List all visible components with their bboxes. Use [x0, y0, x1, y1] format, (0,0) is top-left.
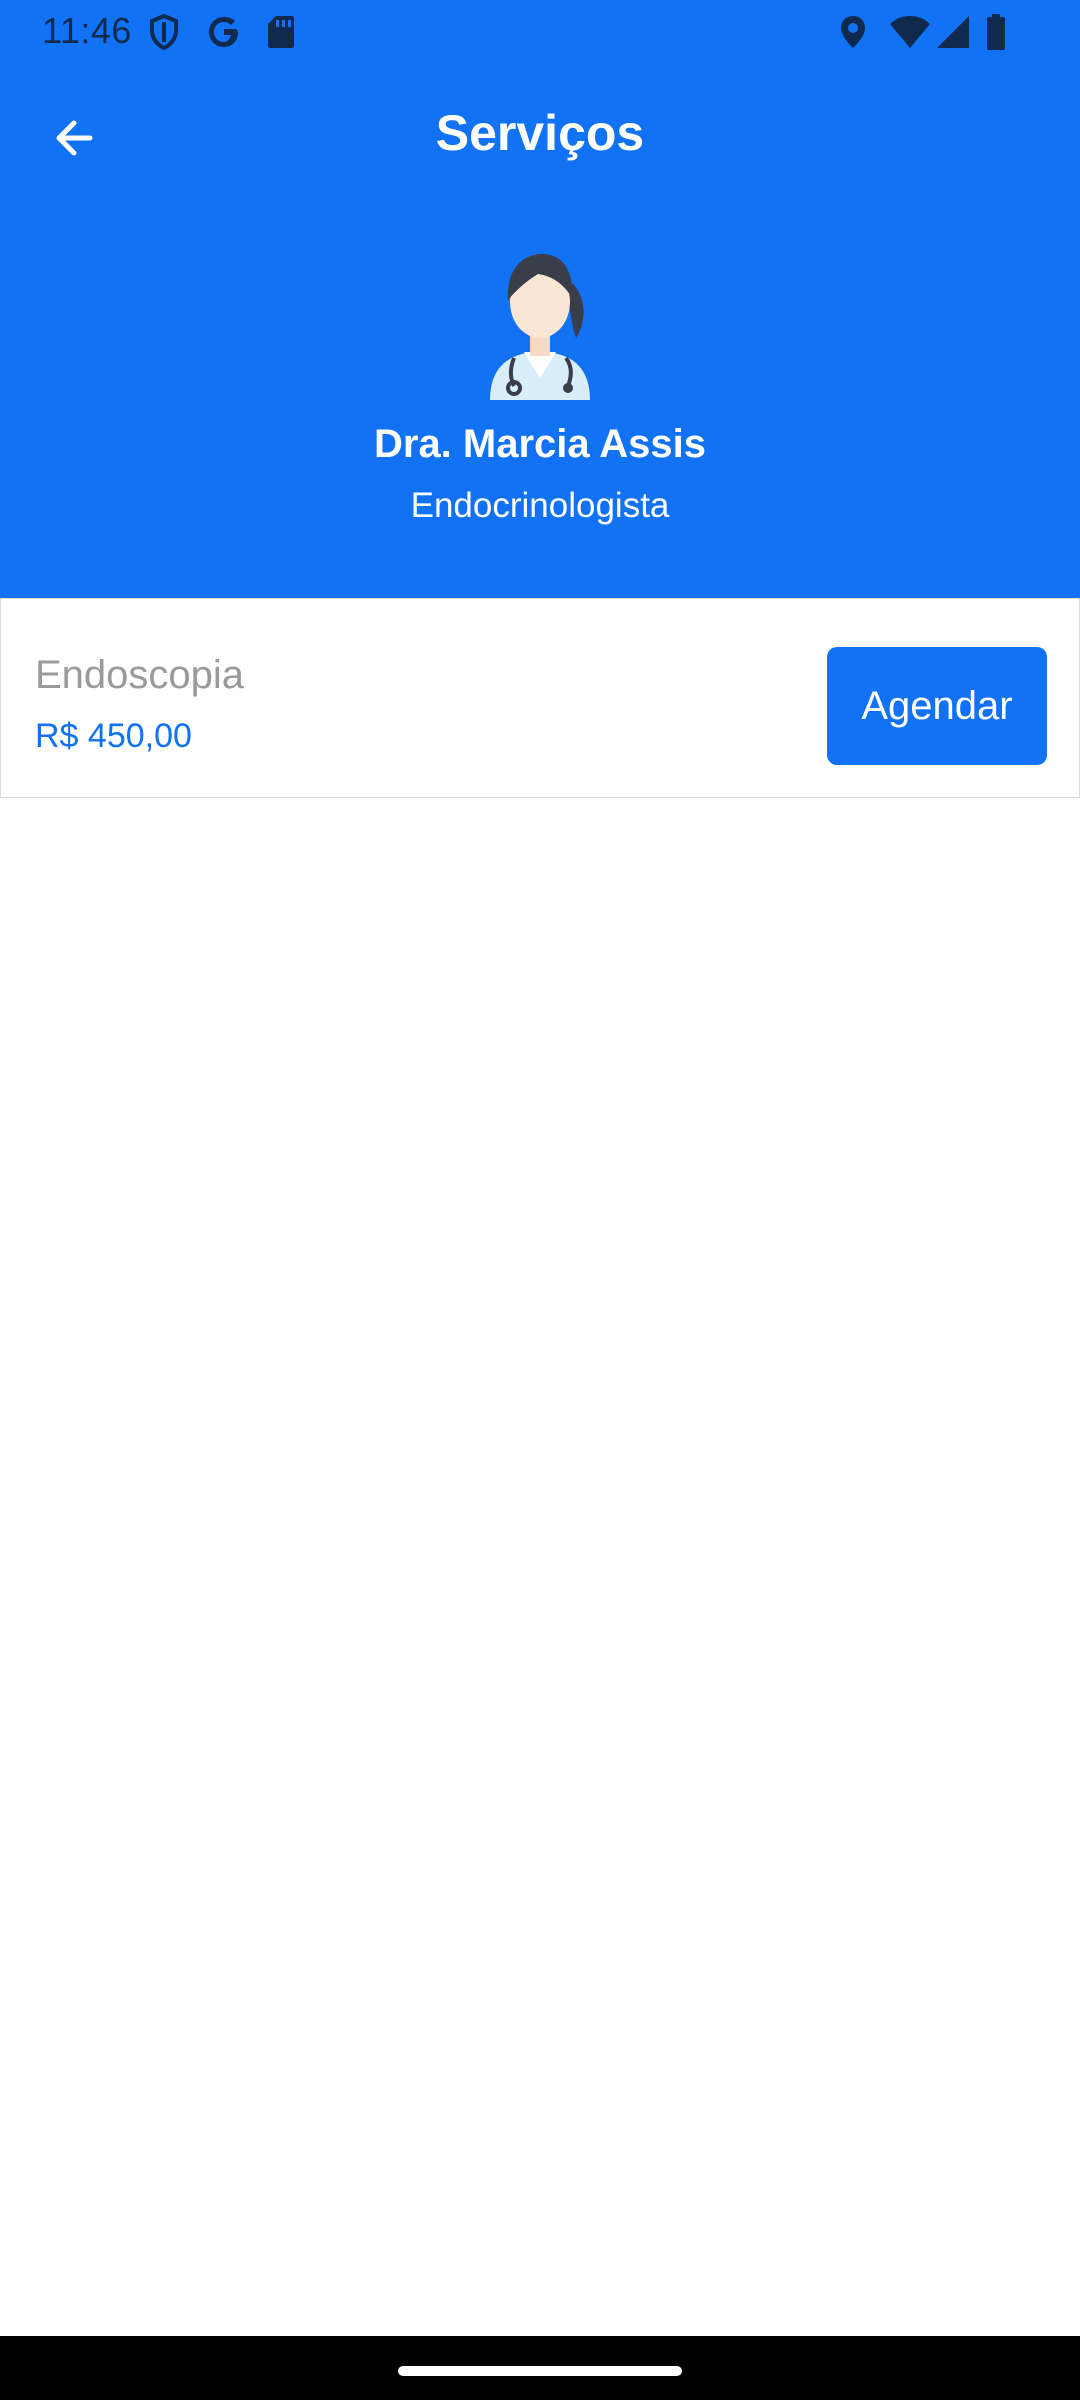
navigation-bar — [0, 2336, 1080, 2400]
schedule-button[interactable]: Agendar — [827, 647, 1047, 765]
home-indicator[interactable] — [398, 2366, 682, 2376]
battery-icon — [984, 12, 1008, 52]
page-title: Serviços — [435, 105, 645, 161]
service-card: Endoscopia R$ 450,00 Agendar — [0, 598, 1080, 798]
service-price: R$ 450,00 — [35, 717, 192, 755]
sd-card-icon — [264, 12, 298, 52]
status-time: 11:46 — [42, 10, 132, 51]
app-bar: Serviços — [0, 64, 1080, 210]
service-name: Endoscopia — [35, 653, 245, 697]
services-screen: 11:46 Serviços Dra. Marcia Assis Endocri… — [0, 0, 1080, 2400]
header: 11:46 Serviços Dra. Marcia Assis Endocri… — [0, 0, 1080, 598]
google-icon — [204, 12, 244, 52]
shield-icon — [146, 12, 182, 52]
status-bar: 11:46 — [0, 0, 1080, 64]
doctor-specialty: Endocrinologista — [410, 486, 670, 525]
signal-icon — [934, 12, 972, 52]
doctor-name: Dra. Marcia Assis — [373, 422, 707, 466]
doctor-avatar-icon — [480, 240, 600, 400]
location-icon — [836, 12, 870, 52]
wifi-icon — [888, 12, 932, 52]
